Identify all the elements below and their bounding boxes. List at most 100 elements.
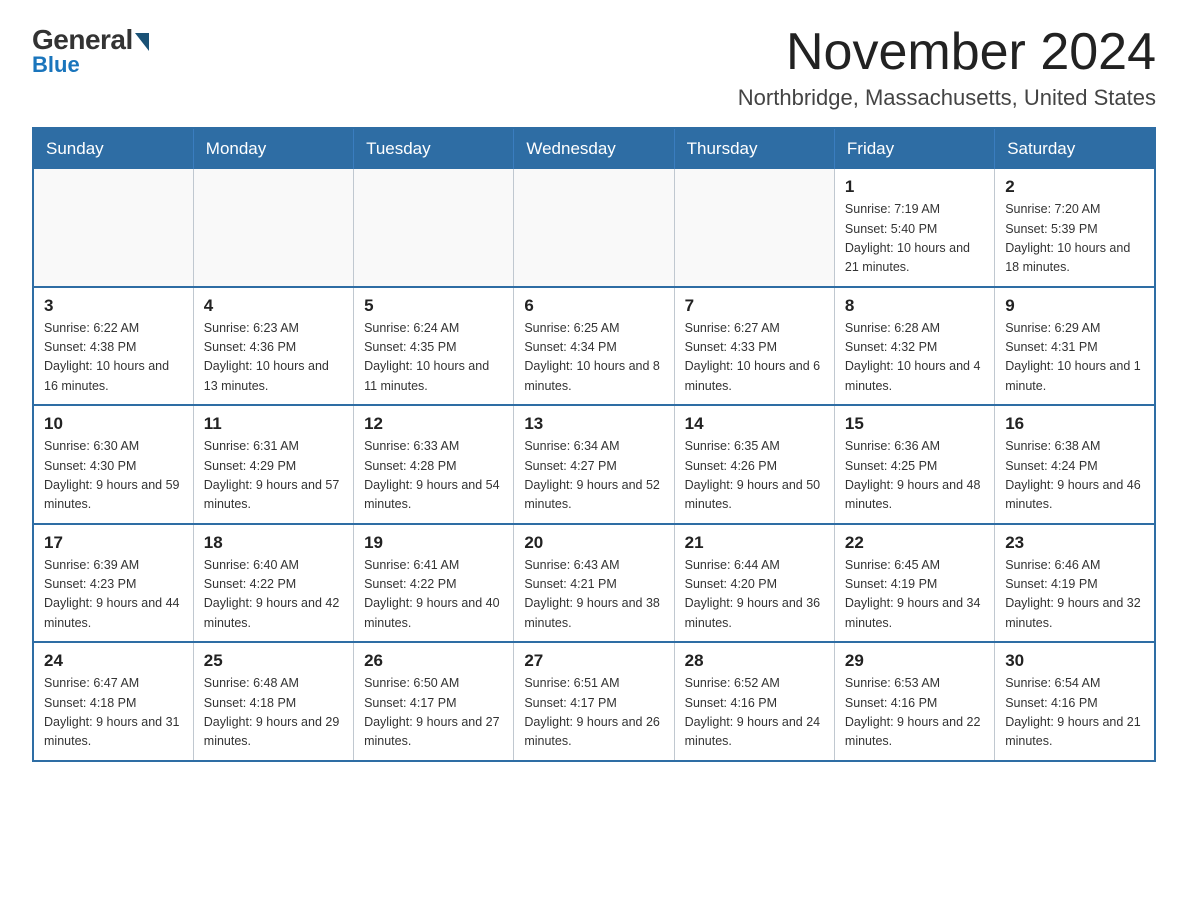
day-number: 27 (524, 651, 663, 671)
calendar-cell: 30 Sunrise: 6:54 AM Sunset: 4:16 PM Dayli… (995, 642, 1155, 761)
weekday-header-wednesday: Wednesday (514, 128, 674, 169)
day-number: 5 (364, 296, 503, 316)
calendar-cell: 9 Sunrise: 6:29 AM Sunset: 4:31 PM Daylig… (995, 287, 1155, 406)
calendar-cell: 6 Sunrise: 6:25 AM Sunset: 4:34 PM Daylig… (514, 287, 674, 406)
day-number: 6 (524, 296, 663, 316)
day-info: Sunrise: 6:22 AM Sunset: 4:38 PM Dayligh… (44, 319, 183, 397)
day-number: 17 (44, 533, 183, 553)
day-number: 18 (204, 533, 343, 553)
calendar-cell: 19 Sunrise: 6:41 AM Sunset: 4:22 PM Dayli… (354, 524, 514, 643)
day-number: 16 (1005, 414, 1144, 434)
header-area: General Blue November 2024 Northbridge, … (32, 24, 1156, 111)
day-info: Sunrise: 6:23 AM Sunset: 4:36 PM Dayligh… (204, 319, 343, 397)
weekday-header-monday: Monday (193, 128, 353, 169)
weekday-header-sunday: Sunday (33, 128, 193, 169)
day-number: 25 (204, 651, 343, 671)
day-info: Sunrise: 6:28 AM Sunset: 4:32 PM Dayligh… (845, 319, 984, 397)
day-info: Sunrise: 6:38 AM Sunset: 4:24 PM Dayligh… (1005, 437, 1144, 515)
day-number: 21 (685, 533, 824, 553)
day-info: Sunrise: 6:51 AM Sunset: 4:17 PM Dayligh… (524, 674, 663, 752)
day-info: Sunrise: 6:44 AM Sunset: 4:20 PM Dayligh… (685, 556, 824, 634)
calendar-cell: 18 Sunrise: 6:40 AM Sunset: 4:22 PM Dayli… (193, 524, 353, 643)
day-number: 29 (845, 651, 984, 671)
calendar-table: SundayMondayTuesdayWednesdayThursdayFrid… (32, 127, 1156, 762)
logo: General Blue (32, 24, 149, 78)
day-info: Sunrise: 6:29 AM Sunset: 4:31 PM Dayligh… (1005, 319, 1144, 397)
day-info: Sunrise: 6:50 AM Sunset: 4:17 PM Dayligh… (364, 674, 503, 752)
calendar-cell (33, 169, 193, 287)
month-title: November 2024 (738, 24, 1156, 81)
day-number: 24 (44, 651, 183, 671)
day-number: 4 (204, 296, 343, 316)
day-number: 12 (364, 414, 503, 434)
day-number: 23 (1005, 533, 1144, 553)
day-number: 10 (44, 414, 183, 434)
calendar-cell: 11Sunrise: 6:31 AM Sunset: 4:29 PM Dayli… (193, 405, 353, 524)
title-area: November 2024 Northbridge, Massachusetts… (738, 24, 1156, 111)
calendar-cell: 4 Sunrise: 6:23 AM Sunset: 4:36 PM Daylig… (193, 287, 353, 406)
calendar-cell: 27 Sunrise: 6:51 AM Sunset: 4:17 PM Dayli… (514, 642, 674, 761)
day-info: Sunrise: 6:47 AM Sunset: 4:18 PM Dayligh… (44, 674, 183, 752)
day-info: Sunrise: 6:30 AM Sunset: 4:30 PM Dayligh… (44, 437, 183, 515)
calendar-cell: 12 Sunrise: 6:33 AM Sunset: 4:28 PM Dayli… (354, 405, 514, 524)
calendar-cell (674, 169, 834, 287)
day-number: 9 (1005, 296, 1144, 316)
calendar-cell: 20 Sunrise: 6:43 AM Sunset: 4:21 PM Dayli… (514, 524, 674, 643)
day-number: 13 (524, 414, 663, 434)
calendar-cell (193, 169, 353, 287)
logo-blue-text: Blue (32, 52, 80, 78)
day-info: Sunrise: 6:43 AM Sunset: 4:21 PM Dayligh… (524, 556, 663, 634)
day-number: 14 (685, 414, 824, 434)
day-number: 20 (524, 533, 663, 553)
logo-arrow-icon (135, 33, 149, 51)
calendar-cell: 10 Sunrise: 6:30 AM Sunset: 4:30 PM Dayli… (33, 405, 193, 524)
calendar-cell: 22 Sunrise: 6:45 AM Sunset: 4:19 PM Dayli… (834, 524, 994, 643)
calendar-cell: 24 Sunrise: 6:47 AM Sunset: 4:18 PM Dayli… (33, 642, 193, 761)
day-number: 11 (204, 414, 343, 434)
calendar-cell: 2Sunrise: 7:20 AM Sunset: 5:39 PM Daylig… (995, 169, 1155, 287)
day-number: 22 (845, 533, 984, 553)
calendar-cell: 8 Sunrise: 6:28 AM Sunset: 4:32 PM Daylig… (834, 287, 994, 406)
day-number: 30 (1005, 651, 1144, 671)
calendar-cell: 1 Sunrise: 7:19 AM Sunset: 5:40 PM Daylig… (834, 169, 994, 287)
day-info: Sunrise: 6:46 AM Sunset: 4:19 PM Dayligh… (1005, 556, 1144, 634)
calendar-cell: 29 Sunrise: 6:53 AM Sunset: 4:16 PM Dayli… (834, 642, 994, 761)
day-info: Sunrise: 6:24 AM Sunset: 4:35 PM Dayligh… (364, 319, 503, 397)
day-number: 7 (685, 296, 824, 316)
day-info: Sunrise: 6:48 AM Sunset: 4:18 PM Dayligh… (204, 674, 343, 752)
day-info: Sunrise: 6:40 AM Sunset: 4:22 PM Dayligh… (204, 556, 343, 634)
calendar-cell: 15Sunrise: 6:36 AM Sunset: 4:25 PM Dayli… (834, 405, 994, 524)
day-number: 8 (845, 296, 984, 316)
day-info: Sunrise: 6:52 AM Sunset: 4:16 PM Dayligh… (685, 674, 824, 752)
calendar-cell: 17 Sunrise: 6:39 AM Sunset: 4:23 PM Dayli… (33, 524, 193, 643)
weekday-header-tuesday: Tuesday (354, 128, 514, 169)
weekday-header-thursday: Thursday (674, 128, 834, 169)
calendar-cell: 21 Sunrise: 6:44 AM Sunset: 4:20 PM Dayli… (674, 524, 834, 643)
calendar-cell: 28 Sunrise: 6:52 AM Sunset: 4:16 PM Dayli… (674, 642, 834, 761)
calendar-cell: 14 Sunrise: 6:35 AM Sunset: 4:26 PM Dayli… (674, 405, 834, 524)
day-number: 26 (364, 651, 503, 671)
day-number: 15 (845, 414, 984, 434)
day-info: Sunrise: 6:34 AM Sunset: 4:27 PM Dayligh… (524, 437, 663, 515)
day-info: Sunrise: 6:54 AM Sunset: 4:16 PM Dayligh… (1005, 674, 1144, 752)
day-info: Sunrise: 6:35 AM Sunset: 4:26 PM Dayligh… (685, 437, 824, 515)
weekday-header-saturday: Saturday (995, 128, 1155, 169)
day-info: Sunrise: 6:41 AM Sunset: 4:22 PM Dayligh… (364, 556, 503, 634)
calendar-cell: 16 Sunrise: 6:38 AM Sunset: 4:24 PM Dayli… (995, 405, 1155, 524)
day-info: Sunrise: 6:45 AM Sunset: 4:19 PM Dayligh… (845, 556, 984, 634)
day-info: Sunrise: 6:25 AM Sunset: 4:34 PM Dayligh… (524, 319, 663, 397)
calendar-cell (354, 169, 514, 287)
day-number: 28 (685, 651, 824, 671)
weekday-header-friday: Friday (834, 128, 994, 169)
day-info: Sunrise: 6:53 AM Sunset: 4:16 PM Dayligh… (845, 674, 984, 752)
calendar-cell: 13 Sunrise: 6:34 AM Sunset: 4:27 PM Dayli… (514, 405, 674, 524)
day-number: 19 (364, 533, 503, 553)
calendar-cell: 25 Sunrise: 6:48 AM Sunset: 4:18 PM Dayli… (193, 642, 353, 761)
day-info: Sunrise: 6:39 AM Sunset: 4:23 PM Dayligh… (44, 556, 183, 634)
day-number: 2 (1005, 177, 1144, 197)
day-number: 1 (845, 177, 984, 197)
calendar-cell: 3Sunrise: 6:22 AM Sunset: 4:38 PM Daylig… (33, 287, 193, 406)
day-info: Sunrise: 7:19 AM Sunset: 5:40 PM Dayligh… (845, 200, 984, 278)
calendar-cell: 7Sunrise: 6:27 AM Sunset: 4:33 PM Daylig… (674, 287, 834, 406)
day-info: Sunrise: 6:33 AM Sunset: 4:28 PM Dayligh… (364, 437, 503, 515)
